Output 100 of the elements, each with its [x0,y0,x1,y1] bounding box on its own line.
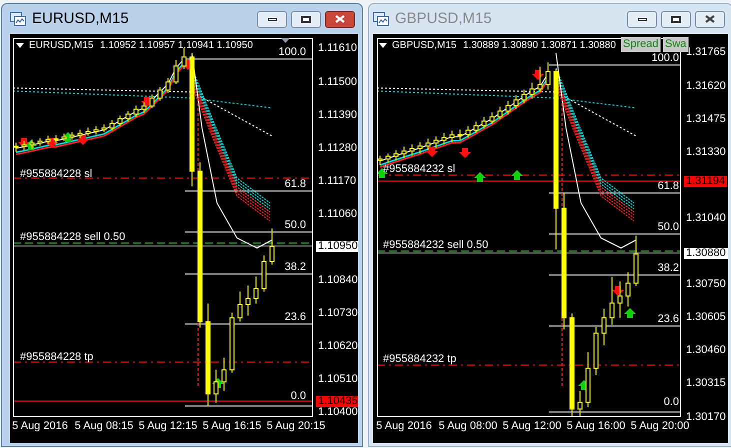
price-label: 1.30750 [686,279,726,290]
fibonacci-level-label: 61.8 [284,178,306,190]
candle [522,89,526,104]
candle [102,124,106,133]
candle [610,276,614,326]
candle [70,132,74,140]
chart-window-icon [10,12,26,26]
candle [394,150,398,161]
price-marker: 1.31194 [684,176,727,186]
candle [546,62,550,90]
price-label: 1.10510 [318,374,358,386]
candle [262,254,266,292]
candle [530,82,534,100]
price-label: 1.31620 [686,80,726,92]
window-title: EURUSD,M15 [32,8,129,29]
down-arrow-icon [612,286,624,296]
maximize-button[interactable] [291,10,321,28]
candle [474,121,478,134]
time-label: 5 Aug 2016 [12,420,68,433]
candle [134,105,138,118]
candle [166,78,170,94]
candle [214,369,218,404]
triangle-icon [281,38,290,43]
price-label: 1.11500 [318,76,357,88]
dropdown-icon[interactable] [16,43,24,48]
fibonacci-level-label: 0.0 [290,390,306,402]
candle [418,142,422,154]
candle [578,390,582,417]
time-label: 5 Aug 2016 [376,420,432,433]
fibonacci-level-label: 50.0 [658,220,679,234]
fibonacci-level-label: 61.8 [658,180,679,192]
price-label: 1.10400 [318,407,358,418]
price-label: 1.10730 [318,308,358,320]
candle [482,116,486,129]
fibonacci-level-label: 100.0 [278,46,306,58]
fibonacci-level-label: 38.2 [284,260,306,274]
fibonacci-level-label: 0.0 [664,396,679,408]
candle [54,134,58,144]
price-marker: 1.10435 [316,396,358,406]
candle [490,112,494,124]
window-title: GBPUSD,M15 [395,8,492,29]
candle [378,155,382,166]
candle [402,146,406,159]
close-button[interactable] [325,10,355,28]
candle [442,132,446,145]
candle [158,86,162,102]
candle [586,352,590,408]
price-label: 1.11390 [318,110,357,121]
candle [22,140,26,151]
price-label: 1.11060 [318,208,357,220]
candle [386,153,390,164]
time-label: 5 Aug 08:00 [438,420,498,433]
maximize-button[interactable] [661,10,691,28]
candle [254,276,258,304]
time-label: 5 Aug 12:00 [502,420,562,433]
quotes-text: 1.10952 1.10957 1.10941 1.10950 [100,39,253,52]
candle [270,228,274,265]
candle [230,312,234,374]
candle [110,120,114,131]
dropdown-icon[interactable] [379,43,387,48]
close-icon [705,15,715,23]
candle [62,133,66,142]
price-label: 1.11280 [318,142,357,154]
fibonacci-level-label: 100.0 [651,52,679,64]
candle [602,308,606,346]
candle [222,357,226,392]
fibonacci-level-label: 23.6 [658,312,679,326]
quotes-text: 1.30889 1.30890 1.30871 1.30880 [463,39,616,52]
close-button[interactable] [695,10,725,28]
symbol-label: GBPUSD,M15 [392,39,456,52]
minimize-button[interactable] [257,10,287,28]
candle [626,272,630,307]
time-label: 5 Aug 16:00 [566,420,626,433]
candle [118,115,122,127]
candle [634,235,638,286]
candle [506,100,510,116]
price-label: 1.11170 [318,176,356,187]
price-label: 1.30605 [686,312,726,324]
fibonacci-level-label: 38.2 [658,262,679,274]
candle [594,326,598,376]
price-label: 1.30460 [686,345,726,356]
candle [514,94,518,110]
price-marker: 1.10950 [316,240,358,252]
minimize-button[interactable] [627,10,657,28]
price-label: 1.31040 [686,212,726,224]
price-label: 1.30315 [686,378,726,390]
candle [30,139,34,150]
time-label: 5 Aug 16:15 [202,420,262,433]
price-label: 1.10620 [318,341,358,352]
down-arrow-icon [532,70,544,80]
candle [86,127,90,136]
candle [498,106,502,120]
candle [126,110,130,122]
fibonacci-level-label: 23.6 [284,310,306,324]
price-label: 1.10840 [318,275,358,286]
candle [142,102,146,114]
panel-button[interactable]: Swa [663,37,690,52]
time-label: 5 Aug 20:15 [266,420,326,433]
panel-button[interactable]: Spread [621,37,662,52]
candle [238,291,242,322]
